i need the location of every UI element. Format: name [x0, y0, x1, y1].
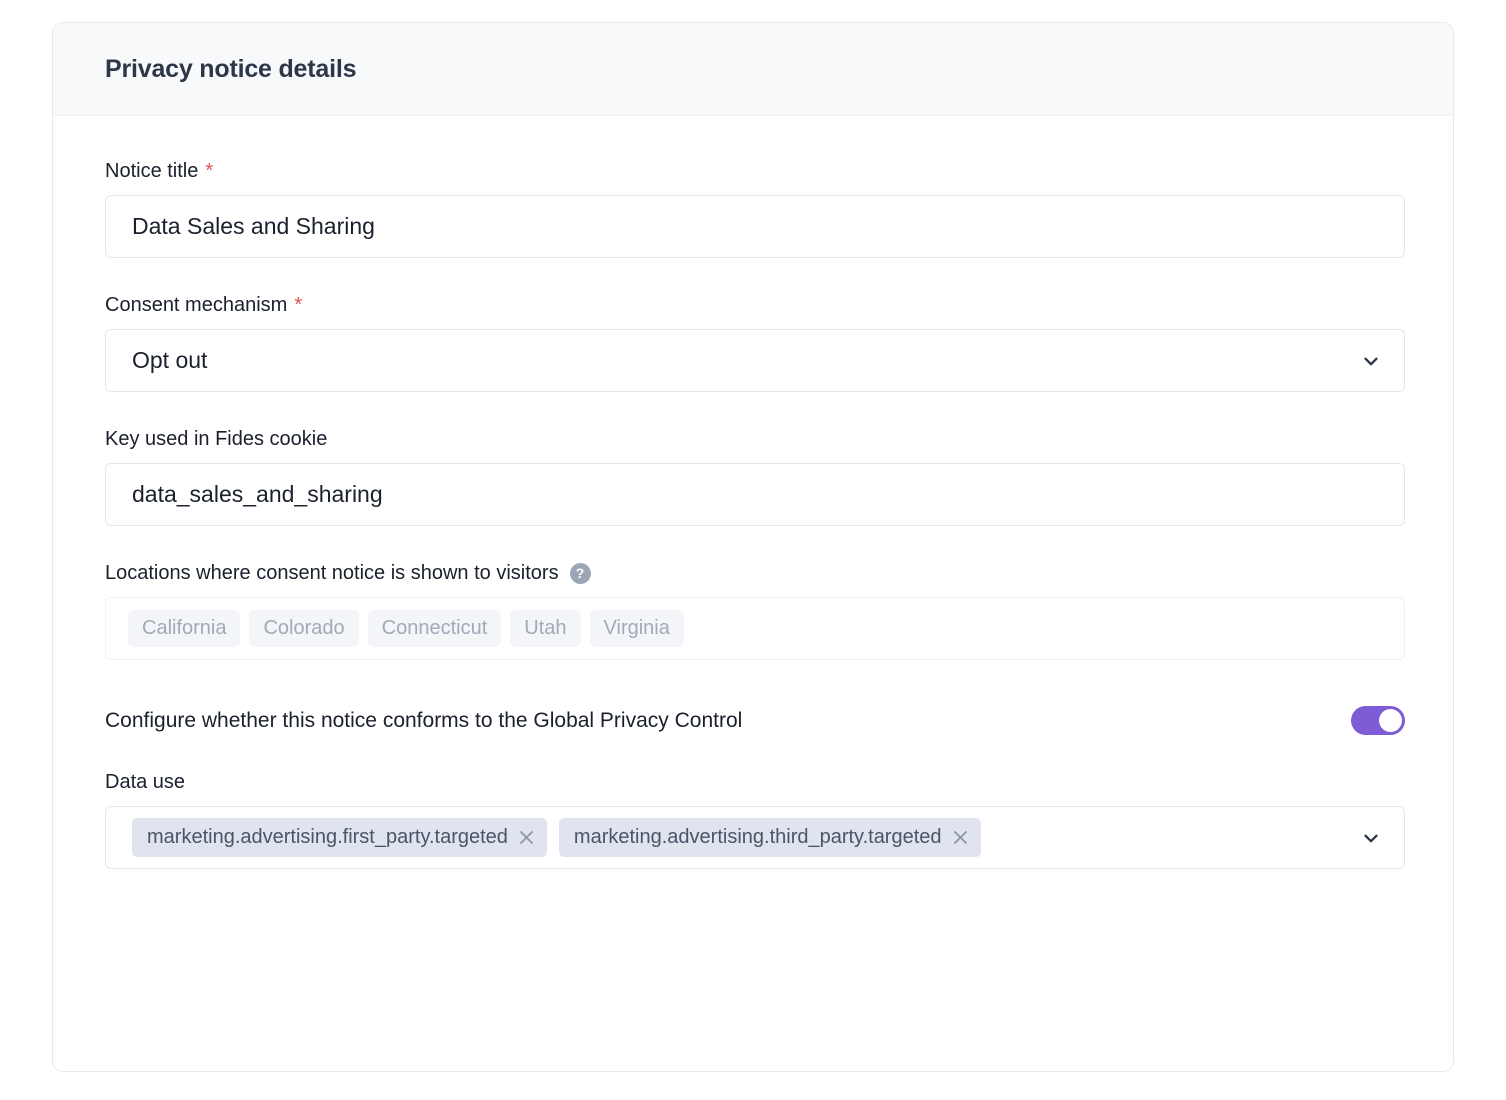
help-circle-icon[interactable]: ?	[569, 562, 591, 584]
gpc-toggle-row: Configure whether this notice conforms t…	[105, 706, 1405, 735]
required-asterisk: *	[205, 160, 214, 182]
page-title: Privacy notice details	[105, 54, 357, 83]
data-use-multiselect[interactable]: marketing.advertising.first_party.target…	[105, 806, 1405, 869]
required-asterisk: *	[294, 294, 303, 316]
fides-key-value: data_sales_and_sharing	[132, 481, 383, 507]
close-icon[interactable]	[517, 828, 536, 847]
location-tag: Connecticut	[367, 610, 502, 647]
consent-mechanism-value: Opt out	[132, 347, 208, 373]
notice-title-input[interactable]: Data Sales and Sharing	[105, 195, 1405, 258]
privacy-notice-page: Privacy notice details Notice title * Da…	[0, 0, 1506, 1100]
field-fides-key: Key used in Fides cookie data_sales_and_…	[105, 428, 1405, 526]
location-tag: Virginia	[589, 610, 684, 647]
locations-label: Locations where consent notice is shown …	[105, 562, 1401, 584]
consent-mechanism-select[interactable]: Opt out	[105, 329, 1405, 392]
data-use-tag: marketing.advertising.third_party.target…	[558, 818, 981, 857]
consent-mechanism-label: Consent mechanism *	[105, 294, 1401, 316]
field-notice-title: Notice title * Data Sales and Sharing	[105, 160, 1405, 258]
fides-key-label-text: Key used in Fides cookie	[105, 428, 328, 450]
data-use-tag-list: marketing.advertising.first_party.target…	[132, 818, 1348, 857]
chevron-down-icon[interactable]	[1360, 350, 1382, 372]
fides-key-input[interactable]: data_sales_and_sharing	[105, 463, 1405, 526]
consent-mechanism-label-text: Consent mechanism	[105, 294, 288, 316]
card-header: Privacy notice details	[53, 23, 1453, 116]
notice-title-label-text: Notice title	[105, 160, 199, 182]
toggle-knob	[1379, 709, 1402, 732]
data-use-tag-label: marketing.advertising.first_party.target…	[147, 826, 508, 848]
gpc-label: Configure whether this notice conforms t…	[105, 708, 743, 732]
fides-key-label: Key used in Fides cookie	[105, 428, 1401, 450]
privacy-notice-details-card: Privacy notice details Notice title * Da…	[52, 22, 1454, 1072]
locations-label-text: Locations where consent notice is shown …	[105, 562, 559, 584]
location-tag: California	[128, 610, 241, 647]
field-data-use: Data use marketing.advertising.first_par…	[105, 771, 1405, 869]
field-consent-mechanism: Consent mechanism * Opt out	[105, 294, 1405, 392]
gpc-toggle-switch[interactable]	[1351, 706, 1405, 735]
data-use-label: Data use	[105, 771, 1401, 793]
location-tag: Utah	[510, 610, 581, 647]
notice-title-value: Data Sales and Sharing	[132, 213, 375, 239]
field-locations: Locations where consent notice is shown …	[105, 562, 1405, 660]
locations-tag-strip: California Colorado Connecticut Utah Vir…	[105, 597, 1405, 660]
chevron-down-icon[interactable]	[1360, 827, 1382, 849]
location-tag: Colorado	[249, 610, 359, 647]
card-body: Notice title * Data Sales and Sharing Co…	[53, 116, 1453, 869]
notice-title-label: Notice title *	[105, 160, 1401, 182]
data-use-label-text: Data use	[105, 771, 186, 793]
data-use-tag: marketing.advertising.first_party.target…	[132, 818, 547, 857]
data-use-tag-label: marketing.advertising.third_party.target…	[573, 826, 942, 848]
close-icon[interactable]	[951, 828, 970, 847]
